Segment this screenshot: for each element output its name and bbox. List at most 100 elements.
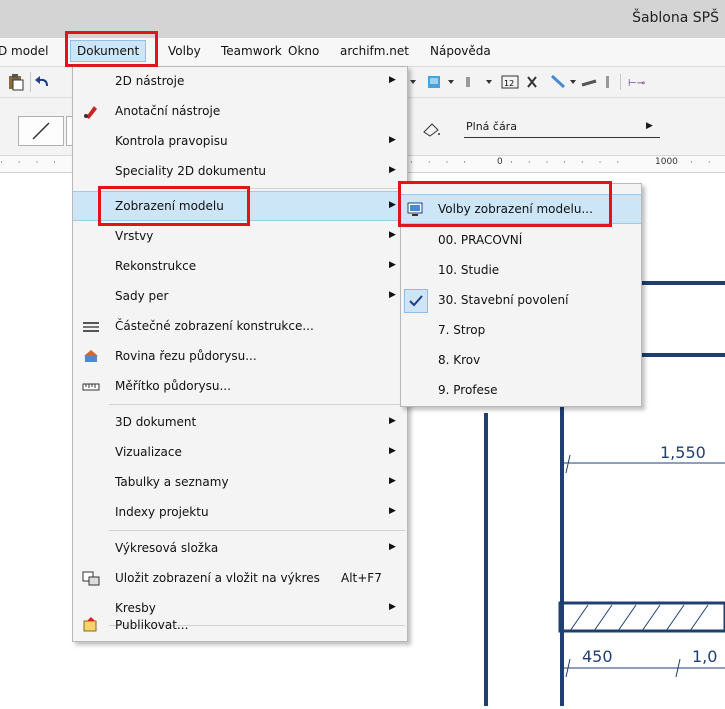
chevron-right-icon: ▶ xyxy=(389,165,396,175)
menu-item-label: 3D dokument xyxy=(115,415,197,429)
menu-item-publikovat[interactable]: Publikovat... xyxy=(73,611,407,641)
menu-item-speciality-2d[interactable]: Speciality 2D dokumentu ▶ xyxy=(73,157,407,187)
ruler-mark-0: 0 xyxy=(497,157,503,167)
chevron-right-icon: ▶ xyxy=(389,200,396,210)
menu-item-label: Vrstvy xyxy=(115,229,154,243)
toolbar-icons-right[interactable]: 12 ⊢⊸ xyxy=(408,73,718,91)
chevron-right-icon: ▶ xyxy=(389,290,396,300)
menu-item-label: Vizualizace xyxy=(115,445,182,459)
ruler-ticks-mid: · · · · · · · xyxy=(510,158,626,168)
undo-icon[interactable] xyxy=(34,74,54,90)
menu-item-label: Tabulky a seznamy xyxy=(115,475,229,489)
chevron-right-icon: ▶ xyxy=(389,506,396,516)
menu-item-sady-per[interactable]: Sady per ▶ xyxy=(73,282,407,312)
chevron-right-icon: ▶ xyxy=(389,230,396,240)
checkmark-icon xyxy=(404,289,428,313)
submenu-item-label: 8. Krov xyxy=(438,353,481,367)
line-type-select[interactable]: Plná čára ▶ xyxy=(460,116,660,140)
line-icon xyxy=(32,122,50,140)
chevron-right-icon: ▶ xyxy=(389,416,396,426)
menu-item-vrstvy[interactable]: Vrstvy ▶ xyxy=(73,222,407,252)
line-tool-button[interactable] xyxy=(18,116,64,146)
chevron-right-icon: ▶ xyxy=(389,542,396,552)
line-type-preview xyxy=(464,137,660,138)
svg-text:12: 12 xyxy=(504,79,514,88)
menu-item-label: Publikovat... xyxy=(115,618,189,632)
menu-item-label: Uložit zobrazení a vložit na výkres xyxy=(115,571,320,585)
submenu-item-label: 9. Profese xyxy=(438,383,498,397)
menu-item-label: Sady per xyxy=(115,289,169,303)
menu-item-tabulky[interactable]: Tabulky a seznamy ▶ xyxy=(73,468,407,498)
menu-separator xyxy=(109,530,405,531)
svg-text:⊢⊸: ⊢⊸ xyxy=(628,78,645,89)
line-end-icon[interactable] xyxy=(420,118,444,138)
submenu-item-stavebni-povoleni[interactable]: 30. Stavební povolení xyxy=(401,286,641,316)
ruler-ticks: · · · · xyxy=(410,158,473,168)
menu-okno[interactable]: Okno xyxy=(288,44,319,58)
submenu-item-label: 30. Stavební povolení xyxy=(438,293,569,307)
submenu-item-strop[interactable]: 7. Strop xyxy=(401,316,641,346)
menu-archifm[interactable]: archifm.net xyxy=(340,44,409,58)
menu-item-label: Částečné zobrazení konstrukce... xyxy=(115,319,314,333)
menu-item-meritko[interactable]: Měřítko půdorysu... xyxy=(73,372,407,402)
menu-item-label: Kontrola pravopisu xyxy=(115,134,228,148)
annotation-box-dokument xyxy=(65,31,158,67)
partial-structure-icon xyxy=(83,322,99,332)
submenu-item-label: 00. PRACOVNÍ xyxy=(438,233,523,247)
dimension-label: 1,550 xyxy=(660,443,706,462)
menu-item-2d-nastroje[interactable]: 2D nástroje ▶ xyxy=(73,67,407,97)
paste-icon[interactable] xyxy=(6,73,26,91)
publish-icon xyxy=(83,617,97,632)
submenu-item-label: 10. Studie xyxy=(438,263,500,277)
menu-item-kontrola-pravopisu[interactable]: Kontrola pravopisu ▶ xyxy=(73,127,407,157)
menu-item-label: Speciality 2D dokumentu xyxy=(115,164,267,178)
menu-item-label: Indexy projektu xyxy=(115,505,209,519)
pen-annotation-icon xyxy=(84,106,97,119)
wall-left xyxy=(484,413,488,706)
menu-item-anotacni-nastroje[interactable]: Anotační nástroje xyxy=(73,97,407,127)
save-view-icon xyxy=(82,571,100,586)
annotation-box-volby-zobrazeni xyxy=(398,181,612,227)
ruler-mark-1000: 1000 xyxy=(655,157,678,167)
menu-volby[interactable]: Volby xyxy=(168,44,201,58)
menu-item-rekonstrukce[interactable]: Rekonstrukce ▶ xyxy=(73,252,407,282)
menu-item-label: Anotační nástroje xyxy=(115,104,221,118)
scale-ruler-icon xyxy=(82,383,100,391)
submenu-item-label: 7. Strop xyxy=(438,323,486,337)
menu-item-label: Výkresová složka xyxy=(115,541,219,555)
chevron-right-icon: ▶ xyxy=(389,75,396,85)
submenu-item-profese[interactable]: 9. Profese xyxy=(401,376,641,406)
menu-item-vizualizace[interactable]: Vizualizace ▶ xyxy=(73,438,407,468)
chevron-right-icon: ▶ xyxy=(389,260,396,270)
chevron-right-icon: ▶ xyxy=(646,121,653,131)
menu-item-ulozit-zobrazeni[interactable]: Uložit zobrazení a vložit na výkres Alt+… xyxy=(73,564,407,594)
submenu-item-studie[interactable]: 10. Studie xyxy=(401,256,641,286)
menu-napoveda[interactable]: Nápověda xyxy=(430,44,491,58)
menu-item-shortcut: Alt+F7 xyxy=(341,571,382,585)
ruler-ticks-right: · · xyxy=(690,158,717,168)
submenu-item-krov[interactable]: 8. Krov xyxy=(401,346,641,376)
menu-item-label: Rekonstrukce xyxy=(115,259,197,273)
menu-item-label: Měřítko půdorysu... xyxy=(115,379,231,393)
dimension-label: 450 xyxy=(582,647,613,666)
dimension-label: 1,0 xyxy=(692,647,718,666)
chevron-right-icon: ▶ xyxy=(389,446,396,456)
line-type-value: Plná čára xyxy=(466,120,517,133)
menu-item-3d-dokument[interactable]: 3D dokument ▶ xyxy=(73,408,407,438)
chevron-right-icon: ▶ xyxy=(389,476,396,486)
menu-item-indexy[interactable]: Indexy projektu ▶ xyxy=(73,498,407,528)
toolbar-divider xyxy=(30,72,31,92)
menu-item-castecne-zobrazeni[interactable]: Částečné zobrazení konstrukce... xyxy=(73,312,407,342)
menu-item-rovina-rezu[interactable]: Rovina řezu půdorysu... xyxy=(73,342,407,372)
cut-plane-icon xyxy=(84,350,98,362)
menu-item-vykresova-slozka[interactable]: Výkresová složka ▶ xyxy=(73,534,407,564)
menu-item-label: Rovina řezu půdorysu... xyxy=(115,349,257,363)
menu-item-label: 2D nástroje xyxy=(115,74,185,88)
window-title: Šablona SPŠ xyxy=(632,10,719,26)
annotation-box-zobrazeni-modelu xyxy=(98,186,250,226)
menu-teamwork[interactable]: Teamwork xyxy=(221,44,282,58)
chevron-right-icon: ▶ xyxy=(389,135,396,145)
menu-3d-model[interactable]: D model xyxy=(0,44,48,58)
submenu-item-pracovni[interactable]: 00. PRACOVNÍ xyxy=(401,226,641,256)
ruler-ticks-left: · · · · xyxy=(0,158,63,168)
